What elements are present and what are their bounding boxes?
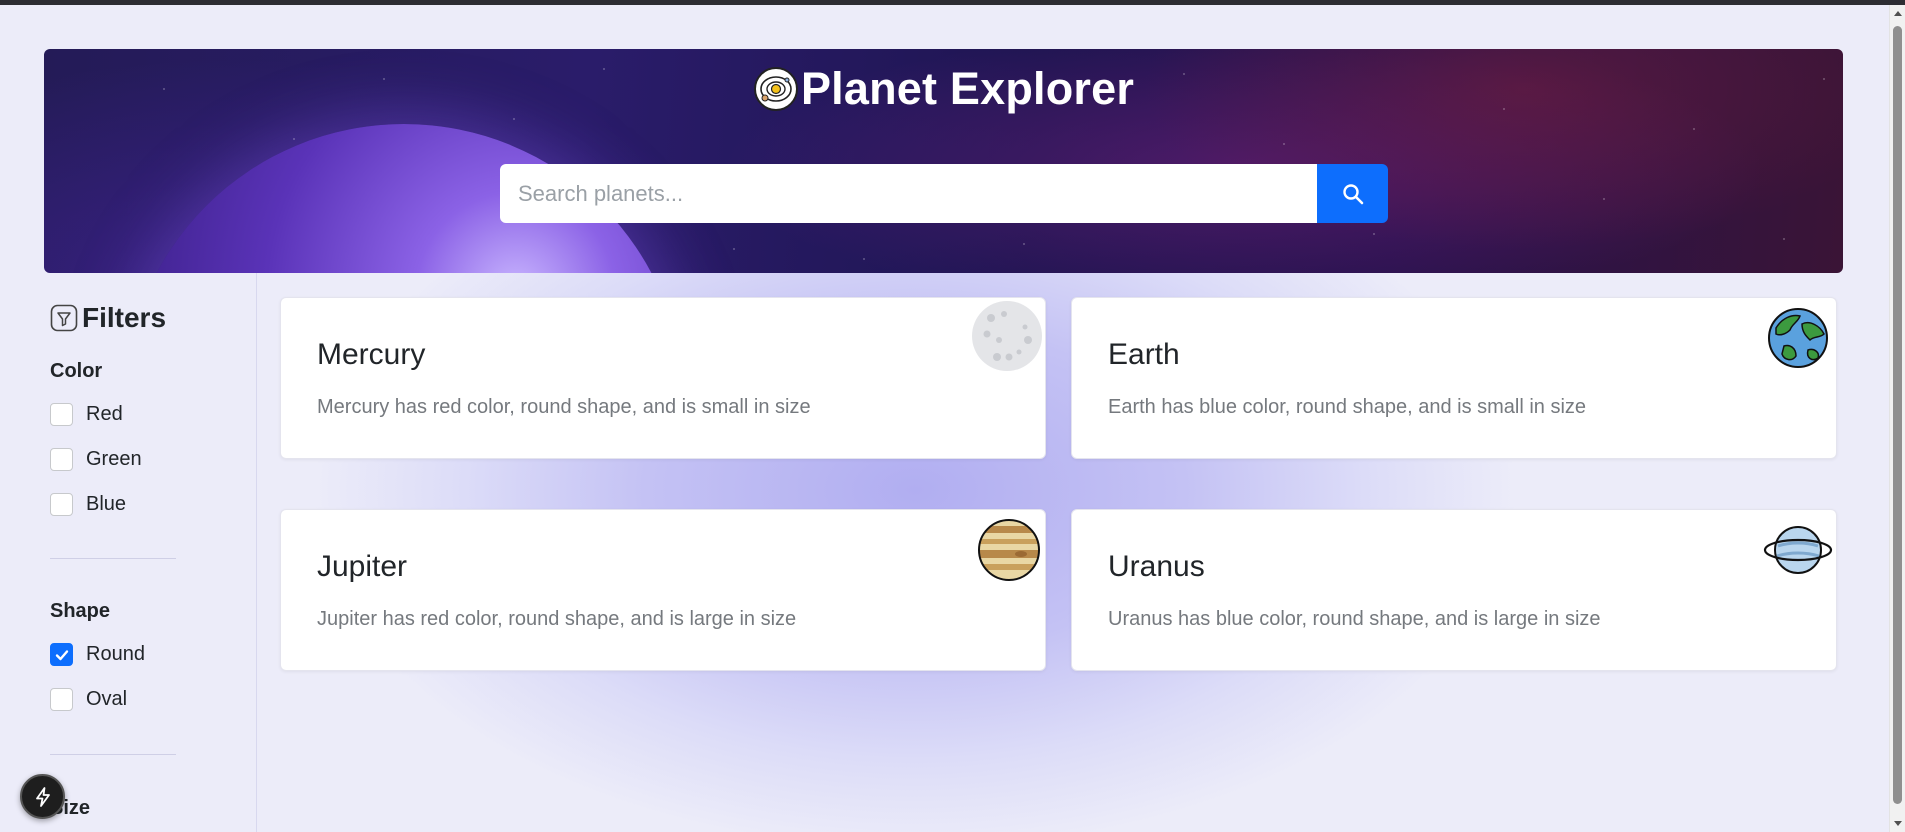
lightning-icon [35, 786, 50, 807]
planet-name: Mercury [317, 338, 426, 371]
scrollbar-thumb[interactable] [1893, 26, 1902, 804]
green-checkbox[interactable] [50, 448, 73, 471]
filter-icon [50, 304, 78, 332]
red-checkbox[interactable] [50, 403, 73, 426]
planet-card-mercury[interactable]: Mercury Mercury has red color, round sha… [280, 297, 1046, 459]
planet-description: Uranus has blue color, round shape, and … [1108, 608, 1601, 630]
search-input[interactable] [500, 164, 1317, 223]
planet-description: Earth has blue color, round shape, and i… [1108, 396, 1587, 418]
round-checkbox[interactable] [50, 643, 73, 666]
planet-name: Uranus [1108, 550, 1205, 583]
filter-option-round[interactable]: Round [50, 643, 145, 666]
planet-description: Jupiter has red color, round shape, and … [317, 608, 797, 630]
search-icon [1342, 183, 1363, 204]
filters-header: Filters [50, 302, 166, 334]
round-label: Round [86, 643, 145, 665]
red-label: Red [86, 403, 123, 425]
filter-option-blue[interactable]: Blue [50, 493, 126, 516]
solar-system-icon [753, 67, 798, 111]
filter-option-red[interactable]: Red [50, 403, 123, 426]
filter-option-green[interactable]: Green [50, 448, 142, 471]
earth-icon [1768, 308, 1828, 368]
scroll-up-icon[interactable] [1894, 11, 1902, 16]
scroll-down-icon[interactable] [1894, 821, 1902, 826]
planet-name: Earth [1108, 338, 1180, 371]
oval-label: Oval [86, 688, 128, 710]
filter-group-shape-title: Shape [50, 600, 111, 622]
oval-checkbox[interactable] [50, 688, 73, 711]
browser-top-edge [0, 0, 1905, 5]
filters-title: Filters [82, 302, 167, 333]
mercury-icon [972, 301, 1042, 371]
planet-card-uranus[interactable]: Uranus Uranus has blue color, round shap… [1071, 509, 1837, 671]
quick-action-button[interactable] [20, 774, 65, 819]
checkmark-icon [55, 649, 68, 660]
planet-name: Jupiter [317, 550, 408, 583]
jupiter-icon [978, 519, 1040, 581]
planet-description: Mercury has red color, round shape, and … [317, 396, 811, 418]
blue-label: Blue [86, 493, 127, 515]
blue-checkbox[interactable] [50, 493, 73, 516]
search-button[interactable] [1317, 164, 1388, 223]
filter-divider [50, 754, 176, 755]
page-title: Planet Explorer [44, 63, 1843, 115]
filter-option-oval[interactable]: Oval [50, 688, 127, 711]
page-scrollbar[interactable] [1889, 5, 1905, 832]
planet-card-jupiter[interactable]: Jupiter Jupiter has red color, round sha… [280, 509, 1046, 671]
filter-divider [50, 558, 176, 559]
planet-card-earth[interactable]: Earth Earth has blue color, round shape,… [1071, 297, 1837, 459]
filter-group-color-title: Color [50, 360, 103, 382]
page-title-text: Planet Explorer [800, 63, 1135, 114]
uranus-icon [1763, 526, 1833, 574]
filters-sidebar: Filters Color Red Green Blue Shape Round… [0, 273, 257, 832]
search-bar [500, 164, 1388, 223]
hero-banner: Planet Explorer [44, 49, 1843, 273]
green-label: Green [86, 448, 142, 470]
